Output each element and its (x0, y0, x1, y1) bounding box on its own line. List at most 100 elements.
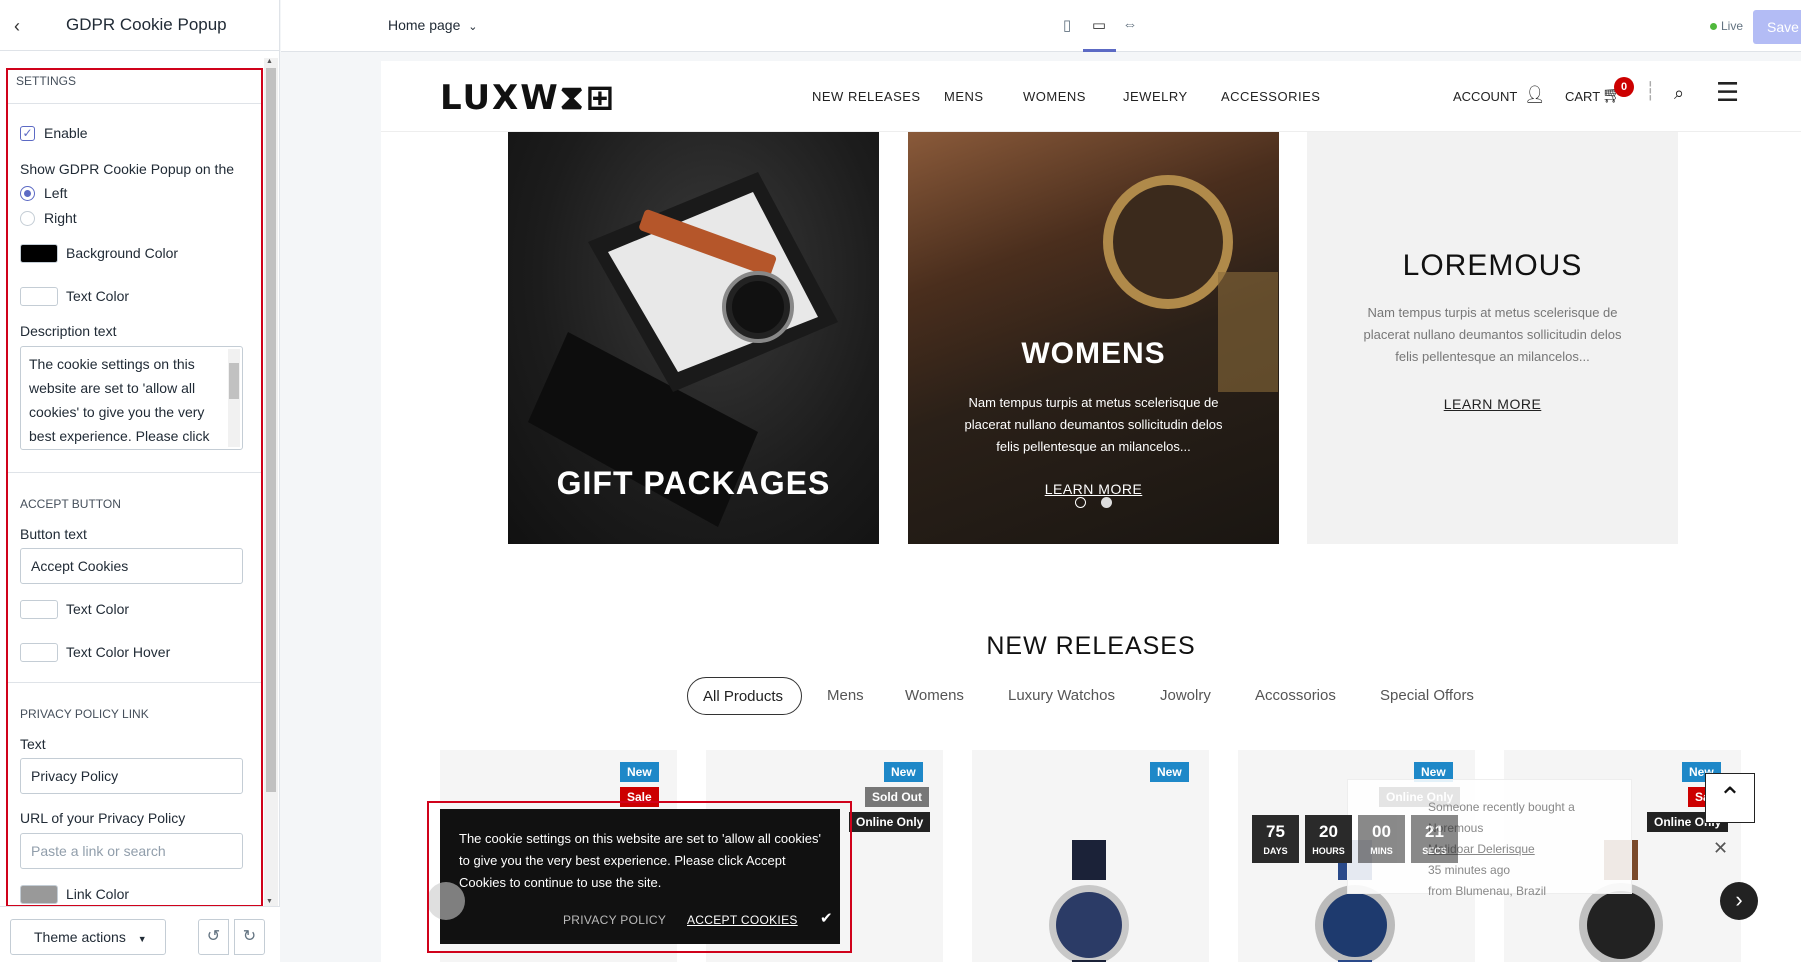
description-text: The cookie settings on this website are … (29, 352, 221, 448)
privacy-url-label: URL of your Privacy Policy (20, 810, 186, 826)
scroll-down-icon[interactable]: ▼ (266, 898, 273, 905)
tab-accessories[interactable]: Accossorios (1255, 677, 1336, 715)
new-badge: New (884, 762, 923, 782)
carousel-next-button[interactable]: › (1720, 882, 1758, 920)
enable-checkbox[interactable]: ✓ (20, 126, 35, 141)
nav-accessories[interactable]: ACCESSORIES (1221, 89, 1320, 104)
position-left-radio[interactable] (20, 186, 35, 201)
new-badge: New (620, 762, 659, 782)
mobile-view-icon[interactable]: ▯ (1056, 16, 1078, 36)
accept-text-color-hover-label: Text Color Hover (66, 644, 171, 660)
description-line: website are set to 'allow all (29, 380, 196, 396)
sold-out-badge: Sold Out (865, 787, 929, 807)
nav-womens[interactable]: WOMENS (1023, 89, 1086, 104)
new-releases-title: NEW RELEASES (986, 632, 1196, 660)
banner-loremous[interactable]: LOREMOUS Nam tempus turpis at metus scel… (1307, 132, 1678, 544)
sidebar-scroll-thumb[interactable] (266, 68, 276, 792)
tab-luxury-watches[interactable]: Luxury Watchos (1008, 677, 1115, 715)
banner-desc-line: Nam tempus turpis at metus scelerisque d… (968, 395, 1219, 410)
sidebar-title: GDPR Cookie Popup (66, 15, 227, 34)
banner-womens[interactable]: WOMENS Nam tempus turpis at metus sceler… (908, 132, 1279, 544)
banner-3-description: Nam tempus turpis at metus scelerisque d… (1307, 302, 1678, 368)
page-selector[interactable]: Home page ⌄ (388, 17, 478, 33)
nav-jewelry[interactable]: JEWELRY (1123, 89, 1188, 104)
user-icon[interactable]: 👤︎ (1524, 85, 1546, 105)
link-color-label: Link Color (66, 886, 130, 902)
link-color-swatch[interactable] (20, 885, 58, 904)
undo-icon[interactable]: ↺ (198, 919, 229, 955)
banner-desc-line: felis pellentesque an milancelos... (1395, 349, 1590, 364)
scroll-up-icon[interactable]: ▲ (266, 58, 273, 65)
save-button[interactable]: Save (1753, 10, 1801, 44)
privacy-text-label: Text (20, 736, 46, 752)
store-logo[interactable]: LUXW⧗⊞ (440, 78, 616, 118)
countdown-value: 00 (1372, 822, 1391, 841)
description-line: best experience. Please click (29, 428, 210, 444)
nav-mens[interactable]: MENS (944, 89, 984, 104)
banner-3-title: LOREMOUS (1402, 249, 1583, 282)
cart-count-badge: 0 (1614, 77, 1634, 97)
cart-link[interactable]: CART (1565, 89, 1600, 104)
divider (8, 682, 262, 683)
page-selector-label: Home page (388, 17, 461, 33)
description-textarea[interactable]: The cookie settings on this website are … (20, 346, 243, 450)
accept-text-color-hover-swatch[interactable] (20, 643, 58, 662)
live-label: Live (1721, 19, 1744, 33)
button-text-input[interactable] (20, 548, 243, 584)
description-line: cookies' to give you the very (29, 404, 205, 420)
online-only-badge: Online Only (849, 812, 931, 832)
tab-mens[interactable]: Mens (827, 677, 864, 715)
description-label: Description text (20, 323, 117, 339)
product-card[interactable]: New (972, 750, 1209, 962)
editor-topbar: Home page ⌄ ▯ ▭ ⇔ Live Save (281, 0, 1801, 52)
position-right-radio[interactable] (20, 211, 35, 226)
banner-desc-line: felis pellentesque an milancelos... (996, 439, 1191, 454)
account-link[interactable]: ACCOUNT (1453, 89, 1517, 104)
accept-button-section-label: ACCEPT BUTTON (20, 497, 121, 511)
sale-badge: Sale (620, 787, 659, 807)
banner-1-title: GIFT PACKAGES (556, 465, 831, 501)
close-icon[interactable]: ✕ (1713, 838, 1728, 859)
search-icon[interactable]: ⌕ (1674, 83, 1684, 104)
banner-2-learn-more[interactable]: LEARN MORE (908, 481, 1279, 497)
notification-location: from Blumenau, Brazil (1428, 884, 1547, 898)
background-color-swatch[interactable] (20, 244, 58, 263)
countdown-mins: 00 MINS (1358, 815, 1405, 863)
sidebar-scroll-area[interactable]: SETTINGS ✓ Enable Show GDPR Cookie Popup… (0, 51, 280, 906)
tab-womens[interactable]: Womens (905, 677, 964, 715)
accept-text-color-label: Text Color (66, 601, 130, 617)
banner-gift-packages[interactable]: GIFT PACKAGES (508, 132, 879, 544)
sidebar-header: ‹ GDPR Cookie Popup (0, 0, 280, 51)
privacy-url-input[interactable] (20, 833, 243, 869)
tab-jewelry[interactable]: Jowolry (1160, 677, 1211, 715)
back-icon[interactable]: ‹ (14, 16, 34, 36)
accept-text-color-swatch[interactable] (20, 600, 58, 619)
slide-dot-active[interactable] (1101, 497, 1112, 508)
countdown-secs: 21 SECS (1411, 815, 1458, 863)
theme-actions-label: Theme actions (34, 929, 126, 945)
divider (8, 472, 262, 473)
chevron-down-icon: ⌄ (468, 21, 478, 33)
text-color-swatch[interactable] (20, 287, 58, 306)
slide-dot[interactable] (1075, 497, 1086, 508)
textarea-scroll-thumb[interactable] (229, 363, 239, 399)
theme-actions-button[interactable]: Theme actions ▼ (10, 919, 166, 955)
menu-icon[interactable]: ☰ (1716, 77, 1739, 108)
banner-3-learn-more[interactable]: LEARN MORE (1307, 396, 1678, 412)
redo-icon[interactable]: ↻ (234, 919, 265, 955)
tab-all-products[interactable]: All Products (687, 677, 802, 715)
nav-new-releases[interactable]: NEW RELEASES (812, 89, 921, 104)
scroll-to-top-button[interactable]: ⌃ (1705, 773, 1755, 823)
fullwidth-view-icon[interactable]: ⇔ (1119, 16, 1141, 36)
accept-cookies-link[interactable]: ACCEPT COOKIES (687, 913, 798, 927)
desktop-view-icon[interactable]: ▭ (1088, 16, 1110, 36)
countdown-days: 75 DAYS (1252, 815, 1299, 863)
countdown-unit: MINS (1370, 846, 1393, 856)
privacy-policy-link[interactable]: PRIVACY POLICY (563, 913, 666, 927)
new-badge: New (1150, 762, 1189, 782)
tab-special-offers[interactable]: Special Offors (1380, 677, 1474, 715)
banner-desc-line: placerat nullano deumantos sollicitudin … (1363, 327, 1622, 342)
privacy-text-input[interactable] (20, 758, 243, 794)
live-status: Live (1710, 19, 1743, 33)
carousel-prev-button[interactable] (427, 882, 465, 920)
